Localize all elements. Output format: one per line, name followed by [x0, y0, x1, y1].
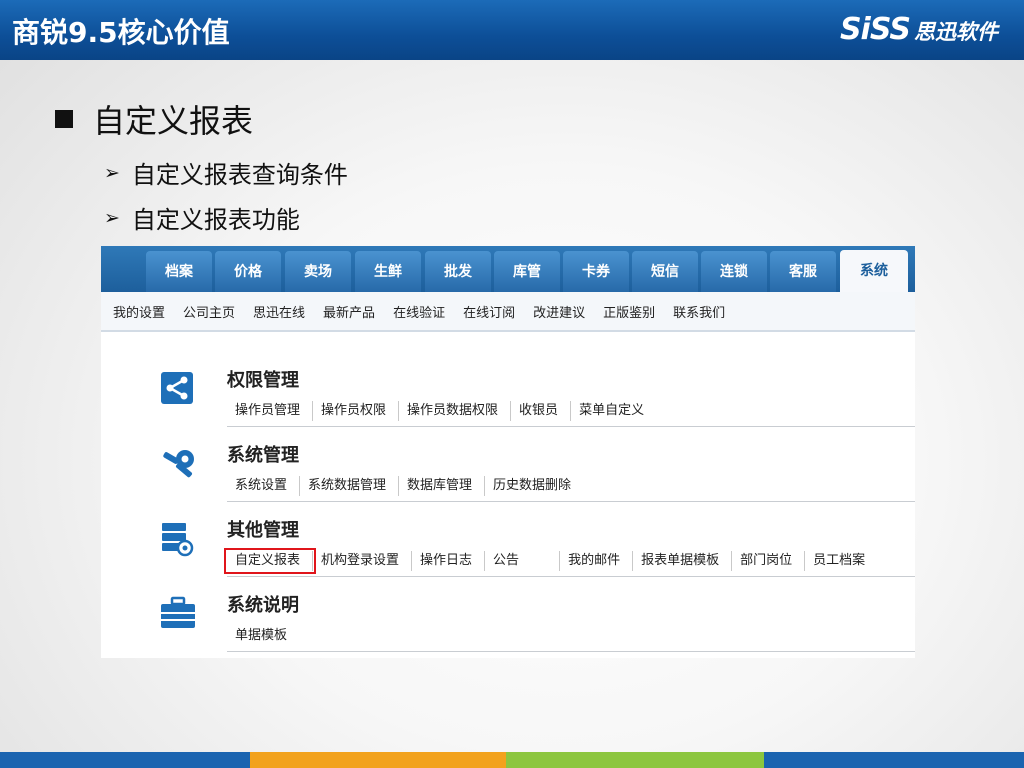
company-logo: SiSS 思迅软件 [840, 12, 998, 47]
link-operator-data-permissions[interactable]: 操作员数据权限 [399, 400, 512, 421]
subnav-item[interactable]: 思迅在线 [253, 302, 305, 321]
subnav-item[interactable]: 正版鉴别 [603, 302, 655, 321]
tab-price[interactable]: 价格 [215, 251, 281, 292]
arrow-bullet-icon: ➢ [104, 206, 120, 229]
section-system-description: 系统说明 单据模板 [101, 583, 915, 658]
main-tab-bar: 档案 价格 卖场 生鲜 批发 库管 卡券 短信 连锁 客服 系统 [101, 246, 915, 292]
section-links: 系统设置 系统数据管理 数据库管理 历史数据删除 [227, 473, 583, 498]
link-my-mail[interactable]: 我的邮件 [560, 550, 634, 571]
wrench-gear-icon [159, 445, 199, 487]
subnav-item[interactable]: 最新产品 [323, 302, 375, 321]
tab-chain[interactable]: 连锁 [701, 251, 767, 292]
section-system-management: 系统管理 系统设置 系统数据管理 数据库管理 历史数据删除 [101, 433, 915, 508]
sub-bullet-text: 自定义报表功能 [131, 206, 300, 234]
link-operation-log[interactable]: 操作日志 [412, 550, 486, 571]
link-operator-permissions[interactable]: 操作员权限 [313, 400, 400, 421]
link-org-login-settings[interactable]: 机构登录设置 [313, 550, 413, 571]
share-nodes-icon [159, 370, 195, 410]
bottom-color-bar [0, 752, 1024, 768]
link-system-data-management[interactable]: 系统数据管理 [300, 475, 400, 496]
link-document-template[interactable]: 单据模板 [227, 626, 299, 646]
link-history-data-delete[interactable]: 历史数据删除 [485, 476, 583, 496]
subnav-item[interactable]: 我的设置 [113, 302, 165, 321]
section-permissions: 权限管理 操作员管理 操作员权限 操作员数据权限 收银员 菜单自定义 [101, 358, 915, 433]
logo-name: 思迅软件 [914, 20, 998, 44]
bottom-bar-segment [506, 752, 764, 768]
tab-store[interactable]: 卖场 [285, 251, 351, 292]
section-title: 系统说明 [227, 595, 299, 616]
arrow-bullet-icon: ➢ [104, 161, 120, 184]
link-announcement[interactable]: 公告 [485, 550, 561, 571]
link-database-management[interactable]: 数据库管理 [399, 475, 486, 496]
section-divider [227, 576, 915, 577]
server-settings-icon [159, 520, 195, 562]
logo-brand: SiSS [839, 12, 911, 47]
section-title: 系统管理 [227, 445, 299, 466]
bottom-bar-segment [764, 752, 1024, 768]
link-report-template[interactable]: 报表单据模板 [633, 550, 733, 571]
main-bullet: 自定义报表 [55, 96, 253, 142]
link-custom-report[interactable]: 自定义报表 [223, 547, 317, 574]
tab-system[interactable]: 系统 [840, 250, 908, 292]
link-department-position[interactable]: 部门岗位 [732, 550, 806, 571]
slide-header: 商锐9.5核心价值 SiSS 思迅软件 [0, 0, 1024, 60]
section-other-management: 其他管理 自定义报表 机构登录设置 操作日志 公告 我的邮件 报表单据模板 部门… [101, 508, 915, 583]
link-menu-customize[interactable]: 菜单自定义 [571, 401, 656, 421]
sub-bullet: ➢ 自定义报表功能 [104, 200, 300, 235]
subnav-item[interactable]: 公司主页 [183, 302, 235, 321]
tab-inventory[interactable]: 库管 [494, 251, 560, 292]
tab-archive[interactable]: 档案 [146, 251, 212, 292]
subnav-item[interactable]: 联系我们 [673, 302, 725, 321]
link-operator-management[interactable]: 操作员管理 [227, 400, 314, 421]
subnav-item[interactable]: 改进建议 [533, 302, 585, 321]
section-divider [227, 651, 915, 652]
section-divider [227, 426, 915, 427]
tab-cards[interactable]: 卡券 [563, 251, 629, 292]
bottom-bar-segment [250, 752, 506, 768]
link-employee-archive[interactable]: 员工档案 [805, 551, 877, 571]
subnav-item[interactable]: 在线验证 [393, 302, 445, 321]
slide-title: 商锐9.5核心价值 [12, 16, 230, 49]
section-links: 自定义报表 机构登录设置 操作日志 公告 我的邮件 报表单据模板 部门岗位 员工… [223, 547, 877, 574]
section-links: 单据模板 [227, 623, 299, 648]
main-bullet-text: 自定义报表 [93, 102, 254, 140]
section-divider [227, 501, 915, 502]
subnav-item[interactable]: 在线订阅 [463, 302, 515, 321]
link-cashier[interactable]: 收银员 [511, 400, 572, 421]
tab-service[interactable]: 客服 [770, 251, 836, 292]
section-links: 操作员管理 操作员权限 操作员数据权限 收银员 菜单自定义 [227, 398, 656, 423]
sub-bullet-text: 自定义报表查询条件 [131, 161, 348, 189]
section-title: 其他管理 [227, 520, 299, 541]
sub-nav-bar: 我的设置 公司主页 思迅在线 最新产品 在线验证 在线订阅 改进建议 正版鉴别 … [101, 292, 915, 332]
tab-fresh[interactable]: 生鲜 [355, 251, 421, 292]
app-screenshot: 档案 价格 卖场 生鲜 批发 库管 卡券 短信 连锁 客服 系统 我的设置 公司… [101, 246, 915, 658]
bottom-bar-segment [0, 752, 250, 768]
tab-wholesale[interactable]: 批发 [425, 251, 491, 292]
link-system-settings[interactable]: 系统设置 [227, 475, 301, 496]
briefcase-icon [159, 595, 197, 635]
tab-sms[interactable]: 短信 [632, 251, 698, 292]
square-bullet-icon [55, 110, 73, 128]
section-title: 权限管理 [227, 370, 299, 391]
sub-bullet: ➢ 自定义报表查询条件 [104, 155, 348, 190]
